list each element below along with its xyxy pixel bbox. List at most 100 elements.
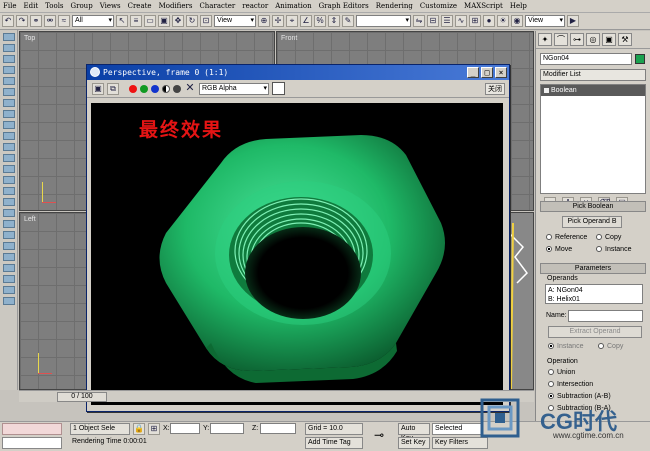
time-slider-thumb[interactable]: 0 / 100 (57, 392, 107, 402)
close-button[interactable]: × (495, 67, 507, 78)
region-select-icon[interactable]: ▭ (144, 15, 156, 27)
tab-icon[interactable] (3, 33, 15, 41)
auto-key-button[interactable]: Auto Key (398, 423, 430, 442)
extract-operand-button[interactable]: Extract Operand (548, 326, 642, 338)
bind-space-warp-icon[interactable]: ≈ (58, 15, 70, 27)
menu-tools[interactable]: Tools (45, 2, 63, 10)
list-item[interactable]: B: Helix01 (548, 295, 640, 304)
render-type-dropdown[interactable]: View (525, 15, 565, 27)
radio-extract-instance[interactable]: Instance (548, 343, 583, 350)
tab-icon[interactable] (3, 187, 15, 195)
tab-icon[interactable] (3, 110, 15, 118)
list-item[interactable]: A: NGon04 (548, 286, 640, 295)
radio-instance[interactable]: Instance (596, 246, 631, 253)
edit-named-selection-icon[interactable]: ✎ (342, 15, 354, 27)
blue-channel-icon[interactable] (151, 84, 159, 93)
radio-intersection[interactable]: Intersection (548, 381, 593, 388)
move-icon[interactable]: ✥ (172, 15, 184, 27)
link-icon[interactable]: ⚭ (30, 15, 42, 27)
green-channel-icon[interactable] (140, 84, 148, 93)
tab-icon[interactable] (3, 143, 15, 151)
menu-help[interactable]: Help (510, 2, 527, 10)
menu-create[interactable]: Create (128, 2, 152, 10)
window-crossing-icon[interactable]: ▣ (158, 15, 170, 27)
display-tab-icon[interactable]: ▣ (602, 33, 616, 46)
named-selection-dropdown[interactable] (356, 15, 411, 27)
tab-icon[interactable] (3, 55, 15, 63)
tab-icon[interactable] (3, 176, 15, 184)
stack-item-boolean[interactable]: Boolean (541, 85, 645, 96)
redo-icon[interactable]: ↷ (16, 15, 28, 27)
tab-icon[interactable] (3, 286, 15, 294)
layer-icon[interactable]: ☰ (441, 15, 453, 27)
quick-render-icon[interactable]: ◉ (511, 15, 523, 27)
tab-icon[interactable] (3, 242, 15, 250)
rotate-icon[interactable]: ↻ (186, 15, 198, 27)
tab-icon[interactable] (3, 77, 15, 85)
tab-icon[interactable] (3, 154, 15, 162)
tab-icon[interactable] (3, 99, 15, 107)
key-selection-dropdown[interactable]: Selected (432, 423, 482, 435)
menu-customize[interactable]: Customize (420, 2, 457, 10)
percent-snap-icon[interactable]: % (314, 15, 326, 27)
tab-icon[interactable] (3, 121, 15, 129)
menu-reactor[interactable]: reactor (242, 2, 268, 10)
pick-boolean-rollout[interactable]: Pick Boolean (540, 201, 646, 212)
tab-icon[interactable] (3, 231, 15, 239)
tab-icon[interactable] (3, 275, 15, 283)
radio-subtraction-a-b[interactable]: Subtraction (A-B) (548, 393, 611, 400)
z-coordinate-field[interactable] (260, 423, 296, 434)
material-editor-icon[interactable]: ● (483, 15, 495, 27)
align-icon[interactable]: ⊟ (427, 15, 439, 27)
select-by-name-icon[interactable]: ≡ (130, 15, 142, 27)
viewport-label[interactable]: Left (24, 216, 36, 223)
close-render-button[interactable]: 关闭 (485, 83, 505, 95)
alpha-channel-icon[interactable] (162, 84, 170, 93)
absolute-mode-icon[interactable]: ⊞ (148, 423, 160, 435)
unlink-icon[interactable]: ⚮ (44, 15, 56, 27)
save-bitmap-icon[interactable]: ▣ (92, 82, 104, 95)
pick-operand-button[interactable]: Pick Operand B (562, 216, 622, 228)
add-time-tag[interactable]: Add Time Tag (305, 437, 363, 449)
tab-icon[interactable] (3, 88, 15, 96)
maxscript-input[interactable] (2, 437, 62, 449)
menu-maxscript[interactable]: MAXScript (464, 2, 503, 10)
clone-window-icon[interactable]: ⧉ (107, 82, 119, 95)
radio-copy[interactable]: Copy (596, 234, 621, 241)
tab-icon[interactable] (3, 253, 15, 261)
select-icon[interactable]: ↖ (116, 15, 128, 27)
utilities-tab-icon[interactable]: ⚒ (618, 33, 632, 46)
parameters-rollout[interactable]: Parameters (540, 263, 646, 274)
snap-icon[interactable]: ⌖ (286, 15, 298, 27)
angle-snap-icon[interactable]: ∠ (300, 15, 312, 27)
menu-file[interactable]: File (3, 2, 16, 10)
radio-union[interactable]: Union (548, 369, 575, 376)
menu-edit[interactable]: Edit (23, 2, 38, 10)
curve-editor-icon[interactable]: ∿ (455, 15, 467, 27)
schematic-view-icon[interactable]: ⊞ (469, 15, 481, 27)
selection-filter-dropdown[interactable]: All (72, 15, 114, 27)
radio-extract-copy[interactable]: Copy (598, 343, 623, 350)
lock-selection-icon[interactable]: 🔒 (133, 423, 145, 435)
maximize-button[interactable]: □ (481, 67, 493, 78)
viewport-label[interactable]: Top (24, 35, 35, 42)
x-coordinate-field[interactable] (170, 423, 200, 434)
menu-views[interactable]: Views (100, 2, 121, 10)
minimize-button[interactable]: _ (467, 67, 479, 78)
tab-icon[interactable] (3, 297, 15, 305)
render-last-icon[interactable]: ▶ (567, 15, 579, 27)
pivot-icon[interactable]: ⊕ (258, 15, 270, 27)
tab-icon[interactable] (3, 198, 15, 206)
scale-icon[interactable]: ⊡ (200, 15, 212, 27)
tab-icon[interactable] (3, 209, 15, 217)
spinner-snap-icon[interactable]: ⇕ (328, 15, 340, 27)
maxscript-listener[interactable] (2, 423, 62, 435)
object-name-field[interactable]: NGon04 (540, 53, 632, 65)
channel-dropdown[interactable]: RGB Alpha (199, 82, 269, 95)
manipulate-icon[interactable]: ✢ (272, 15, 284, 27)
key-filters-button[interactable]: Key Filters (432, 437, 488, 449)
time-slider[interactable]: 0 / 100 (19, 390, 534, 402)
tab-icon[interactable] (3, 220, 15, 228)
modify-tab-icon[interactable]: ⌒ (554, 33, 568, 46)
modifier-list-dropdown[interactable]: Modifier List (540, 69, 646, 81)
